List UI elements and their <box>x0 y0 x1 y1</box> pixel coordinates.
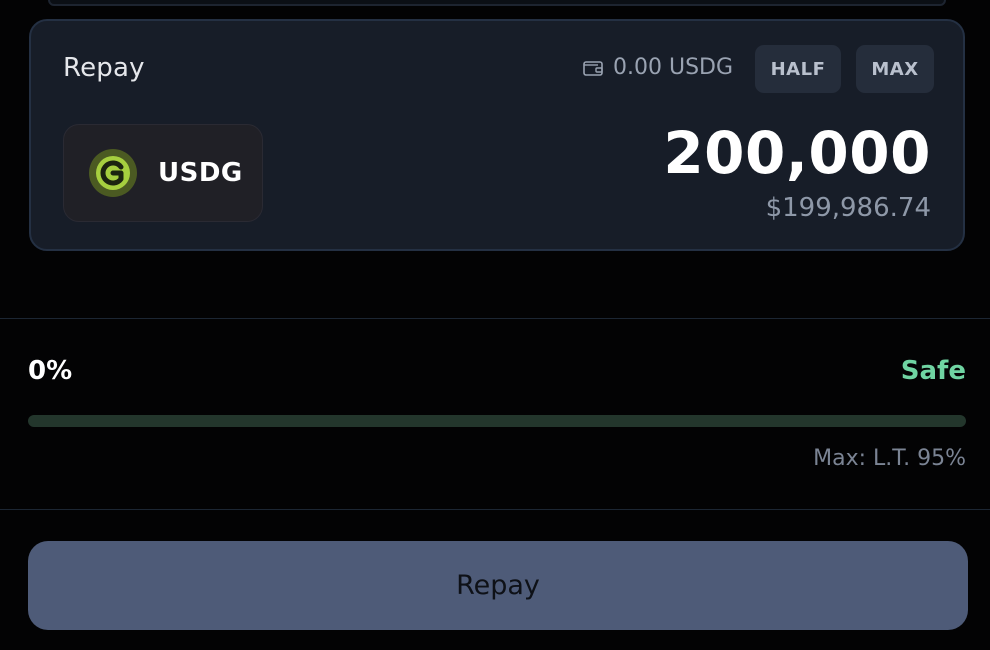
health-value: 0% <box>28 356 73 386</box>
max-button[interactable]: MAX <box>856 45 934 93</box>
max-liquidation-threshold: Max: L.T. 95% <box>813 446 966 471</box>
usdg-logo-icon <box>89 149 137 197</box>
repay-button[interactable]: Repay <box>28 541 968 630</box>
section-divider-bottom <box>0 509 990 510</box>
token-symbol: USDG <box>158 158 243 188</box>
health-progress-bar <box>28 415 966 427</box>
section-divider-top <box>0 318 990 319</box>
amount-input[interactable]: 200,000 <box>663 119 931 187</box>
wallet-balance-text: 0.00 USDG <box>613 55 734 80</box>
repay-input-card: Repay 0.00 USDG HALF MAX USDG 200,000 $1… <box>29 19 965 251</box>
repay-panel: Repay 0.00 USDG HALF MAX USDG 200,000 $1… <box>0 0 990 650</box>
wallet-balance: 0.00 USDG <box>583 55 733 80</box>
health-status-badge: Safe <box>900 356 966 386</box>
token-selector[interactable]: USDG <box>63 124 263 222</box>
repay-card-title: Repay <box>63 53 145 83</box>
previous-card-edge <box>48 0 946 6</box>
usd-value: $199,986.74 <box>765 193 931 223</box>
half-button[interactable]: HALF <box>755 45 841 93</box>
wallet-icon <box>583 60 603 76</box>
